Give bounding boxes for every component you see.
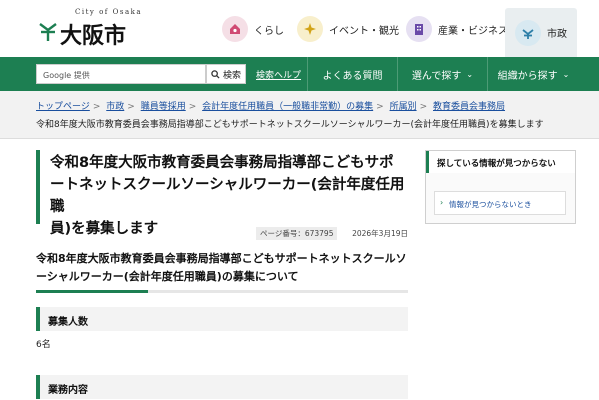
search-input[interactable]: Google 提供 bbox=[36, 64, 206, 84]
nav-browse-label: 選んで探す bbox=[411, 70, 462, 82]
nav-event[interactable]: イベント・観光 bbox=[297, 8, 399, 50]
breadcrumb-separator: > bbox=[92, 102, 101, 112]
page-title: 令和8年度大阪市教育委員会事務局指導部こどもサポ ートネットスクールソーシャルワ… bbox=[36, 150, 408, 237]
search-button-label: 検索 bbox=[222, 70, 241, 81]
breadcrumb-item-shisei[interactable]: 市政 bbox=[106, 102, 124, 112]
breadcrumb-item-kyoiku[interactable]: 教育委員会事務局 bbox=[433, 102, 505, 112]
sidebar-help-link[interactable]: › 情報が見つからないとき bbox=[434, 191, 566, 215]
breadcrumb-item-kaikei[interactable]: 会計年度任用職員（一般職非常勤）の募集 bbox=[202, 102, 373, 112]
page-date: 2026年3月19日 bbox=[352, 229, 408, 238]
home-heart-icon bbox=[222, 16, 248, 42]
breadcrumb-separator: > bbox=[376, 102, 384, 112]
breadcrumb-separator: > bbox=[188, 102, 197, 112]
sidebar-help-link-label: 情報が見つからないとき bbox=[449, 200, 532, 209]
logo-tagline: City of Osaka bbox=[75, 8, 143, 16]
chevron-right-icon: › bbox=[440, 198, 444, 207]
subheading-recruit-count: 募集人数 bbox=[36, 307, 408, 331]
breadcrumb-separator: > bbox=[127, 102, 135, 112]
global-nav-bar: Google 提供 検索 検索ヘルプ よくある質問 選んで探す ⌄ 組織から探す… bbox=[0, 57, 599, 91]
breadcrumb-item-shozoku[interactable]: 所属別 bbox=[390, 102, 417, 112]
nav-shisei-label: 市政 bbox=[547, 29, 567, 40]
site-logo[interactable]: City of Osaka 大阪市 bbox=[38, 8, 158, 49]
chevron-down-icon: ⌄ bbox=[562, 69, 570, 79]
page-title-line: ートネットスクールソーシャルワーカー(会計年度任用職 bbox=[50, 177, 405, 215]
logo-wordmark: 大阪市 bbox=[60, 24, 127, 49]
breadcrumb-links: トップページ > 市政 > 職員等採用 > 会計年度任用職員（一般職非常勤）の募集 > … bbox=[36, 99, 505, 112]
search-icon bbox=[211, 69, 220, 79]
section-heading-line: ーシャルワーカー(会計年度任用職員)の募集について bbox=[36, 270, 299, 283]
chevron-down-icon: ⌄ bbox=[466, 69, 474, 79]
nav-faq[interactable]: よくある質問 bbox=[307, 57, 397, 91]
sidebar-help-box: 探している情報が見つからない › 情報が見つからないとき bbox=[425, 150, 576, 224]
page-title-line: 令和8年度大阪市教育委員会事務局指導部こどもサポ bbox=[50, 155, 394, 171]
breadcrumb-current: 令和8年度大阪市教育委員会事務局指導部こどもサポートネットスクールソーシャルワー… bbox=[36, 120, 544, 130]
breadcrumb-item-recruit[interactable]: 職員等採用 bbox=[141, 102, 186, 112]
nav-kurashi-label: くらし bbox=[254, 25, 284, 37]
recruit-count-value: 6名 bbox=[36, 340, 51, 350]
nav-browse[interactable]: 選んで探す ⌄ bbox=[397, 57, 487, 91]
nav-shisei[interactable]: 市政 bbox=[505, 8, 577, 57]
building-icon bbox=[406, 16, 432, 42]
section-heading-line: 令和8年度大阪市教育委員会事務局指導部こどもサポートネットスクールソ bbox=[36, 252, 407, 265]
sidebar-help-title: 探している情報が見つからない bbox=[426, 151, 575, 173]
subheading-duties: 業務内容 bbox=[36, 375, 408, 399]
search-button[interactable]: 検索 bbox=[206, 64, 246, 84]
page-number: ページ番号：673795 bbox=[256, 227, 338, 240]
breadcrumb-separator: > bbox=[419, 102, 428, 112]
breadcrumb-item-top[interactable]: トップページ bbox=[36, 102, 90, 112]
sparkle-icon bbox=[297, 16, 323, 42]
section-heading: 令和8年度大阪市教育委員会事務局指導部こどもサポートネットスクールソ ーシャルワ… bbox=[36, 250, 408, 293]
nav-business[interactable]: 産業・ビジネス bbox=[406, 8, 508, 50]
site-header: City of Osaka 大阪市 くらし イベント・観光 産業・ビジネス 市政 bbox=[0, 0, 599, 57]
city-icon bbox=[515, 19, 541, 46]
heading-accent-bar bbox=[36, 290, 148, 293]
page-meta: ページ番号：673795 2026年3月19日 bbox=[36, 227, 408, 241]
nav-org-label: 組織から探す bbox=[497, 70, 558, 82]
nav-faq-label: よくある質問 bbox=[322, 70, 383, 82]
breadcrumb: トップページ > 市政 > 職員等採用 > 会計年度任用職員（一般職非常勤）の募集 > … bbox=[0, 91, 599, 139]
nav-kurashi[interactable]: くらし bbox=[222, 8, 284, 50]
osaka-emblem-icon bbox=[39, 23, 57, 41]
search-help-link[interactable]: 検索ヘルプ bbox=[256, 68, 301, 81]
nav-event-label: イベント・観光 bbox=[329, 25, 399, 37]
nav-business-label: 産業・ビジネス bbox=[438, 25, 508, 37]
nav-org[interactable]: 組織から探す ⌄ bbox=[487, 57, 579, 91]
